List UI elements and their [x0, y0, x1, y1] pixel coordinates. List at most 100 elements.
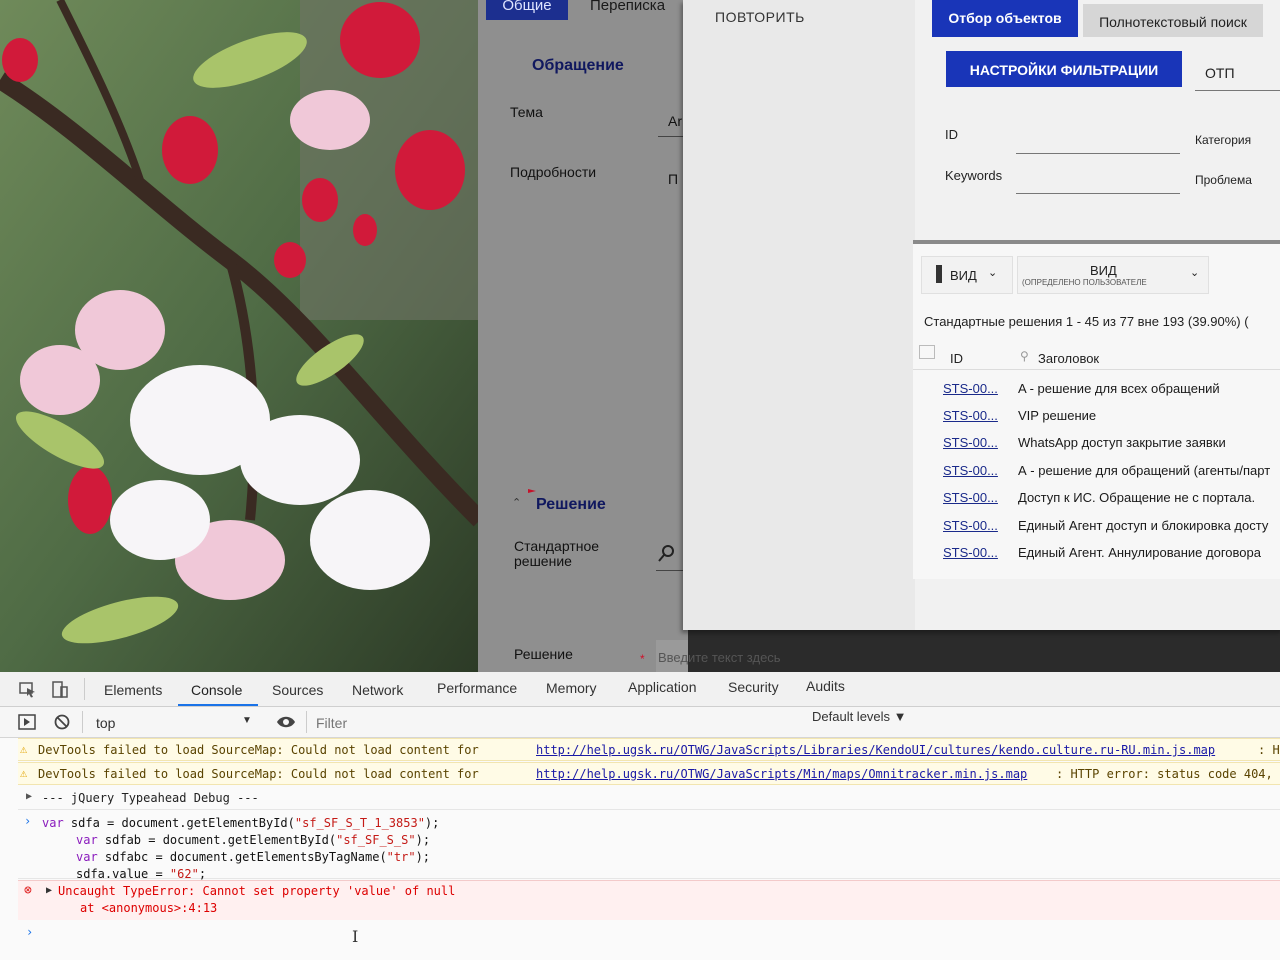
section-request-title: Обращение	[532, 57, 624, 74]
error-icon: ⊗	[24, 883, 32, 898]
prompt-chevron-icon: ›	[26, 925, 34, 939]
table-row[interactable]: STS-00... A - решение для всех обращений	[943, 377, 1280, 401]
filter-settings-button[interactable]: НАСТРОЙКИ ФИЛЬТРАЦИИ	[946, 51, 1182, 87]
tab-fulltext-search[interactable]: Полнотекстовый поиск	[1083, 4, 1263, 37]
solution-id-link[interactable]: STS-00...	[943, 518, 998, 533]
details-label: Подробности	[510, 164, 597, 180]
table-row[interactable]: STS-00... WhatsApp доступ закрытие заявки	[943, 431, 1280, 455]
solution-id-link[interactable]: STS-00...	[943, 463, 998, 478]
search-icon[interactable]	[658, 544, 676, 562]
user-view-sublabel: (ОПРЕДЕЛЕНО ПОЛЬЗОВАТЕЛЕ	[1022, 278, 1147, 287]
solution-title: А - решение для обращений (агенты/парт	[1018, 463, 1271, 478]
solution-id-link[interactable]: STS-00...	[943, 545, 998, 560]
group-label: --- jQuery Typeahead Debug ---	[42, 791, 259, 805]
warning-icon: ⚠	[20, 742, 28, 756]
console-filter-input[interactable]	[314, 711, 618, 735]
repeat-label[interactable]: ПОВТОРИТЬ	[715, 9, 805, 25]
divider	[82, 711, 83, 733]
collapse-chevron-icon[interactable]: ⌃	[512, 496, 521, 509]
solution-title: WhatsApp доступ закрытие заявки	[1018, 435, 1226, 450]
details-value[interactable]: П	[668, 171, 678, 187]
chevron-down-icon: ⌄	[988, 267, 998, 279]
column-header-id[interactable]: ID	[950, 351, 963, 366]
tab-performance[interactable]: Performance	[437, 680, 517, 696]
warning-suffix: : HTTP error: status code 404,	[1056, 767, 1273, 781]
standard-solution-label: Стандартное решение	[514, 538, 600, 569]
context-value: top	[96, 715, 116, 731]
person-icon: ⚲	[1020, 349, 1029, 363]
solution-id-link[interactable]: STS-00...	[943, 490, 998, 505]
console-output: ⚠ DevTools failed to load SourceMap: Cou…	[0, 738, 1280, 960]
show-sidebar-icon[interactable]	[18, 714, 36, 730]
error-text: Uncaught TypeError: Cannot set property …	[58, 884, 456, 898]
select-all-checkbox[interactable]	[919, 345, 935, 359]
device-toolbar-icon[interactable]	[52, 681, 68, 699]
desktop-wallpaper	[0, 0, 480, 672]
divider	[84, 678, 85, 700]
console-group[interactable]: ▶ --- jQuery Typeahead Debug ---	[18, 788, 1280, 810]
solution-editor-placeholder[interactable]: Введите текст здесь	[658, 650, 808, 670]
inspect-element-icon[interactable]	[19, 682, 37, 698]
devtools-panel: Elements Console Sources Network Perform…	[0, 672, 1280, 960]
solution-label: Решение	[514, 646, 573, 662]
solution-title: VIP решение	[1018, 408, 1097, 423]
id-input[interactable]	[1016, 153, 1180, 154]
tab-sources[interactable]: Sources	[272, 682, 323, 698]
tab-security[interactable]: Security	[728, 679, 779, 695]
sourcemap-link[interactable]: http://help.ugsk.ru/OTWG/JavaScripts/Min…	[536, 767, 1027, 781]
warning-icon: ⚠	[20, 766, 28, 780]
log-levels-dropdown[interactable]: Default levels ▼	[812, 709, 907, 724]
expand-arrow-icon[interactable]: ▶	[26, 791, 32, 802]
solution-title: Единый Агент доступ и блокировка досту	[1018, 518, 1269, 533]
user-view-dropdown[interactable]: ВИД (ОПРЕДЕЛЕНО ПОЛЬЗОВАТЕЛЕ ⌄	[1017, 256, 1209, 294]
expand-arrow-icon[interactable]: ▶	[46, 885, 52, 896]
keywords-label: Keywords	[945, 168, 1003, 183]
solution-title: A - решение для всех обращений	[1018, 381, 1220, 396]
request-form-window: Общие Переписка Обращение Тема Ar Подроб…	[478, 0, 688, 672]
otp-label: ОТП	[1205, 65, 1235, 81]
tab-audits[interactable]: Audits	[806, 678, 845, 694]
table-row[interactable]: STS-00... Единый Агент доступ и блокировк…	[943, 514, 1280, 538]
console-warning: ⚠ DevTools failed to load SourceMap: Cou…	[18, 762, 1280, 785]
chevron-down-icon: ▼	[242, 715, 252, 726]
console-warning: ⚠ DevTools failed to load SourceMap: Cou…	[18, 738, 1280, 761]
context-selector[interactable]: top ▼	[88, 711, 258, 733]
solution-id-link[interactable]: STS-00...	[943, 435, 998, 450]
clear-console-icon[interactable]	[54, 714, 70, 730]
solution-title: Единый Агент. Аннулирование договора	[1018, 545, 1261, 560]
table-row[interactable]: STS-00... Доступ к ИС. Обращение не с пор…	[943, 486, 1280, 510]
table-row[interactable]: STS-00... А - решение для обращений (аген…	[943, 459, 1280, 483]
table-row[interactable]: STS-00... Единый Агент. Аннулирование дог…	[943, 541, 1280, 565]
console-prompt[interactable]: › I	[18, 921, 1280, 959]
table-row[interactable]: STS-00... VIP решение	[943, 404, 1280, 428]
tab-general[interactable]: Общие	[486, 0, 568, 20]
solution-id-link[interactable]: STS-00...	[943, 381, 998, 396]
tab-elements[interactable]: Elements	[104, 682, 162, 698]
code-block: var sdfa = document.getElementById("sf_S…	[42, 815, 439, 883]
solution-id-link[interactable]: STS-00...	[943, 408, 998, 423]
eye-icon[interactable]	[276, 715, 296, 729]
tab-correspondence[interactable]: Переписка	[590, 0, 665, 16]
results-summary: Стандартные решения 1 - 45 из 77 вне 193…	[924, 314, 1249, 329]
tab-network[interactable]: Network	[352, 682, 403, 698]
search-dialog: ПОВТОРИТЬ Отбор объектов Полнотекстовый …	[683, 0, 1280, 630]
view-dropdown[interactable]: ВИД ⌄	[921, 256, 1013, 294]
otp-underline	[1195, 90, 1280, 91]
chevron-down-icon: ⌄	[1190, 267, 1200, 279]
tab-object-filter[interactable]: Отбор объектов	[932, 0, 1078, 37]
results-header: ID ⚲ Заголовок	[913, 339, 1280, 370]
results-panel: ВИД ⌄ ВИД (ОПРЕДЕЛЕНО ПОЛЬЗОВАТЕЛЕ ⌄ Ста…	[913, 240, 1280, 579]
tab-console[interactable]: Console	[191, 682, 242, 698]
code-line: var sdfab = document.getElementById("sf_…	[76, 833, 431, 847]
category-label: Категория	[1195, 133, 1252, 147]
subject-value[interactable]: Ar	[668, 113, 682, 129]
problem-label: Проблема	[1195, 173, 1252, 187]
sourcemap-link[interactable]: http://help.ugsk.ru/OTWG/JavaScripts/Lib…	[536, 743, 1215, 757]
keywords-input[interactable]	[1016, 193, 1180, 194]
warning-suffix: : H	[1258, 743, 1280, 757]
error-location: at <anonymous>:4:13	[80, 901, 218, 915]
tab-memory[interactable]: Memory	[546, 680, 597, 696]
column-header-title[interactable]: Заголовок	[1038, 351, 1099, 366]
user-view-label: ВИД	[1090, 263, 1117, 278]
tab-application[interactable]: Application	[628, 679, 697, 695]
